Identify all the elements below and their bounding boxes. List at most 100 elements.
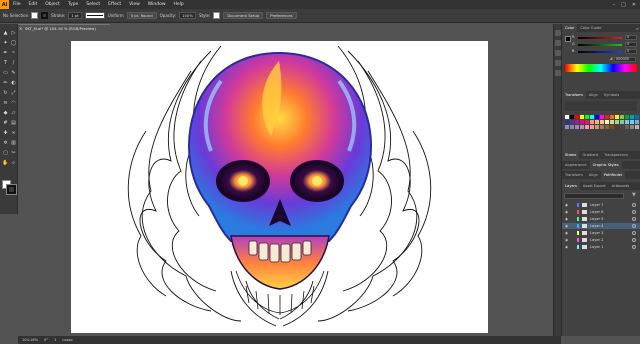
swatch-42[interactable] [625, 125, 629, 129]
eraser-icon[interactable]: ◐ [10, 80, 17, 87]
menu-view[interactable]: View [125, 0, 144, 9]
swatch-16[interactable] [570, 120, 574, 124]
layer-target-icon[interactable] [632, 203, 636, 207]
swatch-3[interactable] [580, 115, 584, 119]
visibility-eye-icon[interactable]: ◉ [565, 238, 569, 242]
paintbrush-icon[interactable]: ✎ [10, 70, 17, 77]
layer-name[interactable]: Layer 6 [590, 209, 603, 215]
tab-align[interactable]: Align [586, 91, 601, 99]
visibility-eye-icon[interactable]: ◉ [565, 224, 569, 228]
tab-symbols[interactable]: Symbols [601, 91, 622, 99]
visibility-eye-icon[interactable]: ◉ [565, 210, 569, 214]
tab-color-guide[interactable]: Color Guide [577, 24, 604, 32]
layer-target-icon[interactable] [632, 217, 636, 221]
swatch-21[interactable] [595, 120, 599, 124]
swatch-20[interactable] [590, 120, 594, 124]
slider-value-g[interactable]: 0 [625, 42, 637, 47]
graphic-style-swatch[interactable] [213, 12, 221, 19]
swatch-8[interactable] [605, 115, 609, 119]
layer-row[interactable]: ◉ Layer 2 [562, 237, 640, 243]
layer-name[interactable]: Layer 7 [590, 202, 603, 208]
swatch-38[interactable] [605, 125, 609, 129]
layer-target-icon[interactable] [632, 245, 636, 249]
swatch-5[interactable] [590, 115, 594, 119]
layer-name[interactable]: Layer 3 [590, 230, 603, 236]
layer-row[interactable]: ◉ Layer 3 [562, 230, 640, 236]
swatch-0[interactable] [565, 115, 569, 119]
hand-icon[interactable]: ✋ [2, 160, 9, 167]
document-tab[interactable]: × SKT_N.ai* @ 104.16 % (RGB/Preview) [18, 24, 110, 32]
tab-color[interactable]: Color [562, 24, 578, 32]
swatch-32[interactable] [575, 125, 579, 129]
visibility-eye-icon[interactable]: ◉ [565, 245, 569, 249]
color-fill-indicator[interactable] [565, 36, 571, 42]
symbol-sprayer-icon[interactable]: ✲ [2, 140, 9, 147]
panel-menu-icon[interactable]: ≡ [636, 26, 639, 31]
menu-effect[interactable]: Effect [104, 0, 125, 9]
visibility-eye-icon[interactable]: ◉ [565, 231, 569, 235]
tab-transparency[interactable]: Transparency [601, 151, 631, 159]
mesh-icon[interactable]: # [2, 120, 9, 127]
swatch-29[interactable] [635, 120, 639, 124]
slice-icon[interactable]: ✂ [10, 150, 17, 157]
artboard-navigator[interactable]: 1 [54, 338, 56, 342]
close-window-icon[interactable]: ✕ [632, 2, 636, 8]
layer-row[interactable]: ◉ Layer 4 [562, 223, 640, 229]
tab-gradient[interactable]: Gradient [579, 151, 601, 159]
swatch-2[interactable] [575, 115, 579, 119]
swatch-17[interactable] [575, 120, 579, 124]
tab-stroke[interactable]: Stroke [562, 151, 580, 159]
opacity-field[interactable]: 100% [179, 12, 196, 19]
magic-wand-icon[interactable]: ✦ [2, 40, 9, 47]
swatch-14[interactable] [635, 115, 639, 119]
swatch-37[interactable] [600, 125, 604, 129]
lasso-icon[interactable]: ◯ [10, 40, 17, 47]
zoom-icon[interactable]: ⌕ [10, 160, 17, 167]
pen-icon[interactable]: ✒ [2, 50, 9, 57]
stroke-weight-field[interactable]: 1 pt [68, 12, 82, 19]
swatch-1[interactable] [570, 115, 574, 119]
swatch-9[interactable] [610, 115, 614, 119]
tab-artboards[interactable]: Artboards [609, 182, 633, 190]
layer-name[interactable]: Layer 2 [590, 237, 603, 243]
shape-builder-icon[interactable]: ◆ [2, 110, 9, 117]
rectangle-icon[interactable]: ▭ [2, 70, 9, 77]
layer-target-icon[interactable] [632, 224, 636, 228]
swatch-28[interactable] [630, 120, 634, 124]
zoom-level[interactable]: 104.16% [22, 338, 38, 342]
swatch-31[interactable] [570, 125, 574, 129]
swatch-12[interactable] [625, 115, 629, 119]
brush-definition-dropdown[interactable]: 5 pt. Round [126, 12, 157, 19]
pencil-icon[interactable]: ✏ [2, 80, 9, 87]
artboard-icon[interactable]: ▢ [2, 150, 9, 157]
swatch-40[interactable] [615, 125, 619, 129]
tab-graphic-styles[interactable]: Graphic Styles [589, 161, 622, 169]
line-icon[interactable]: / [10, 60, 17, 67]
slider-value-r[interactable]: 0 [625, 35, 637, 40]
width-icon[interactable]: ≋ [2, 100, 9, 107]
direct-selection-icon[interactable]: ▷ [10, 30, 17, 37]
layer-name[interactable]: Layer 5 [590, 216, 603, 222]
tab-layers[interactable]: Layers [562, 182, 580, 190]
variable-width-profile[interactable] [84, 12, 105, 19]
swatch-36[interactable] [595, 125, 599, 129]
swatch-15[interactable] [565, 120, 569, 124]
slider-r[interactable] [578, 37, 622, 39]
swatch-43[interactable] [630, 125, 634, 129]
swatch-41[interactable] [620, 125, 624, 129]
visibility-eye-icon[interactable]: ◉ [565, 203, 569, 207]
scale-icon[interactable]: ⤢ [10, 90, 17, 97]
swatch-39[interactable] [610, 125, 614, 129]
menu-edit[interactable]: Edit [25, 0, 42, 9]
layer-target-icon[interactable] [632, 210, 636, 214]
swatch-25[interactable] [615, 120, 619, 124]
swatch-35[interactable] [590, 125, 594, 129]
layer-row[interactable]: ◉ Layer 1 [562, 244, 640, 250]
swatch-10[interactable] [615, 115, 619, 119]
layer-name[interactable]: Layer 4 [590, 223, 603, 229]
swatch-4[interactable] [585, 115, 589, 119]
menu-help[interactable]: Help [170, 0, 188, 9]
layer-row[interactable]: ◉ Layer 5 [562, 216, 640, 222]
type-icon[interactable]: T [2, 60, 9, 67]
swatch-24[interactable] [610, 120, 614, 124]
